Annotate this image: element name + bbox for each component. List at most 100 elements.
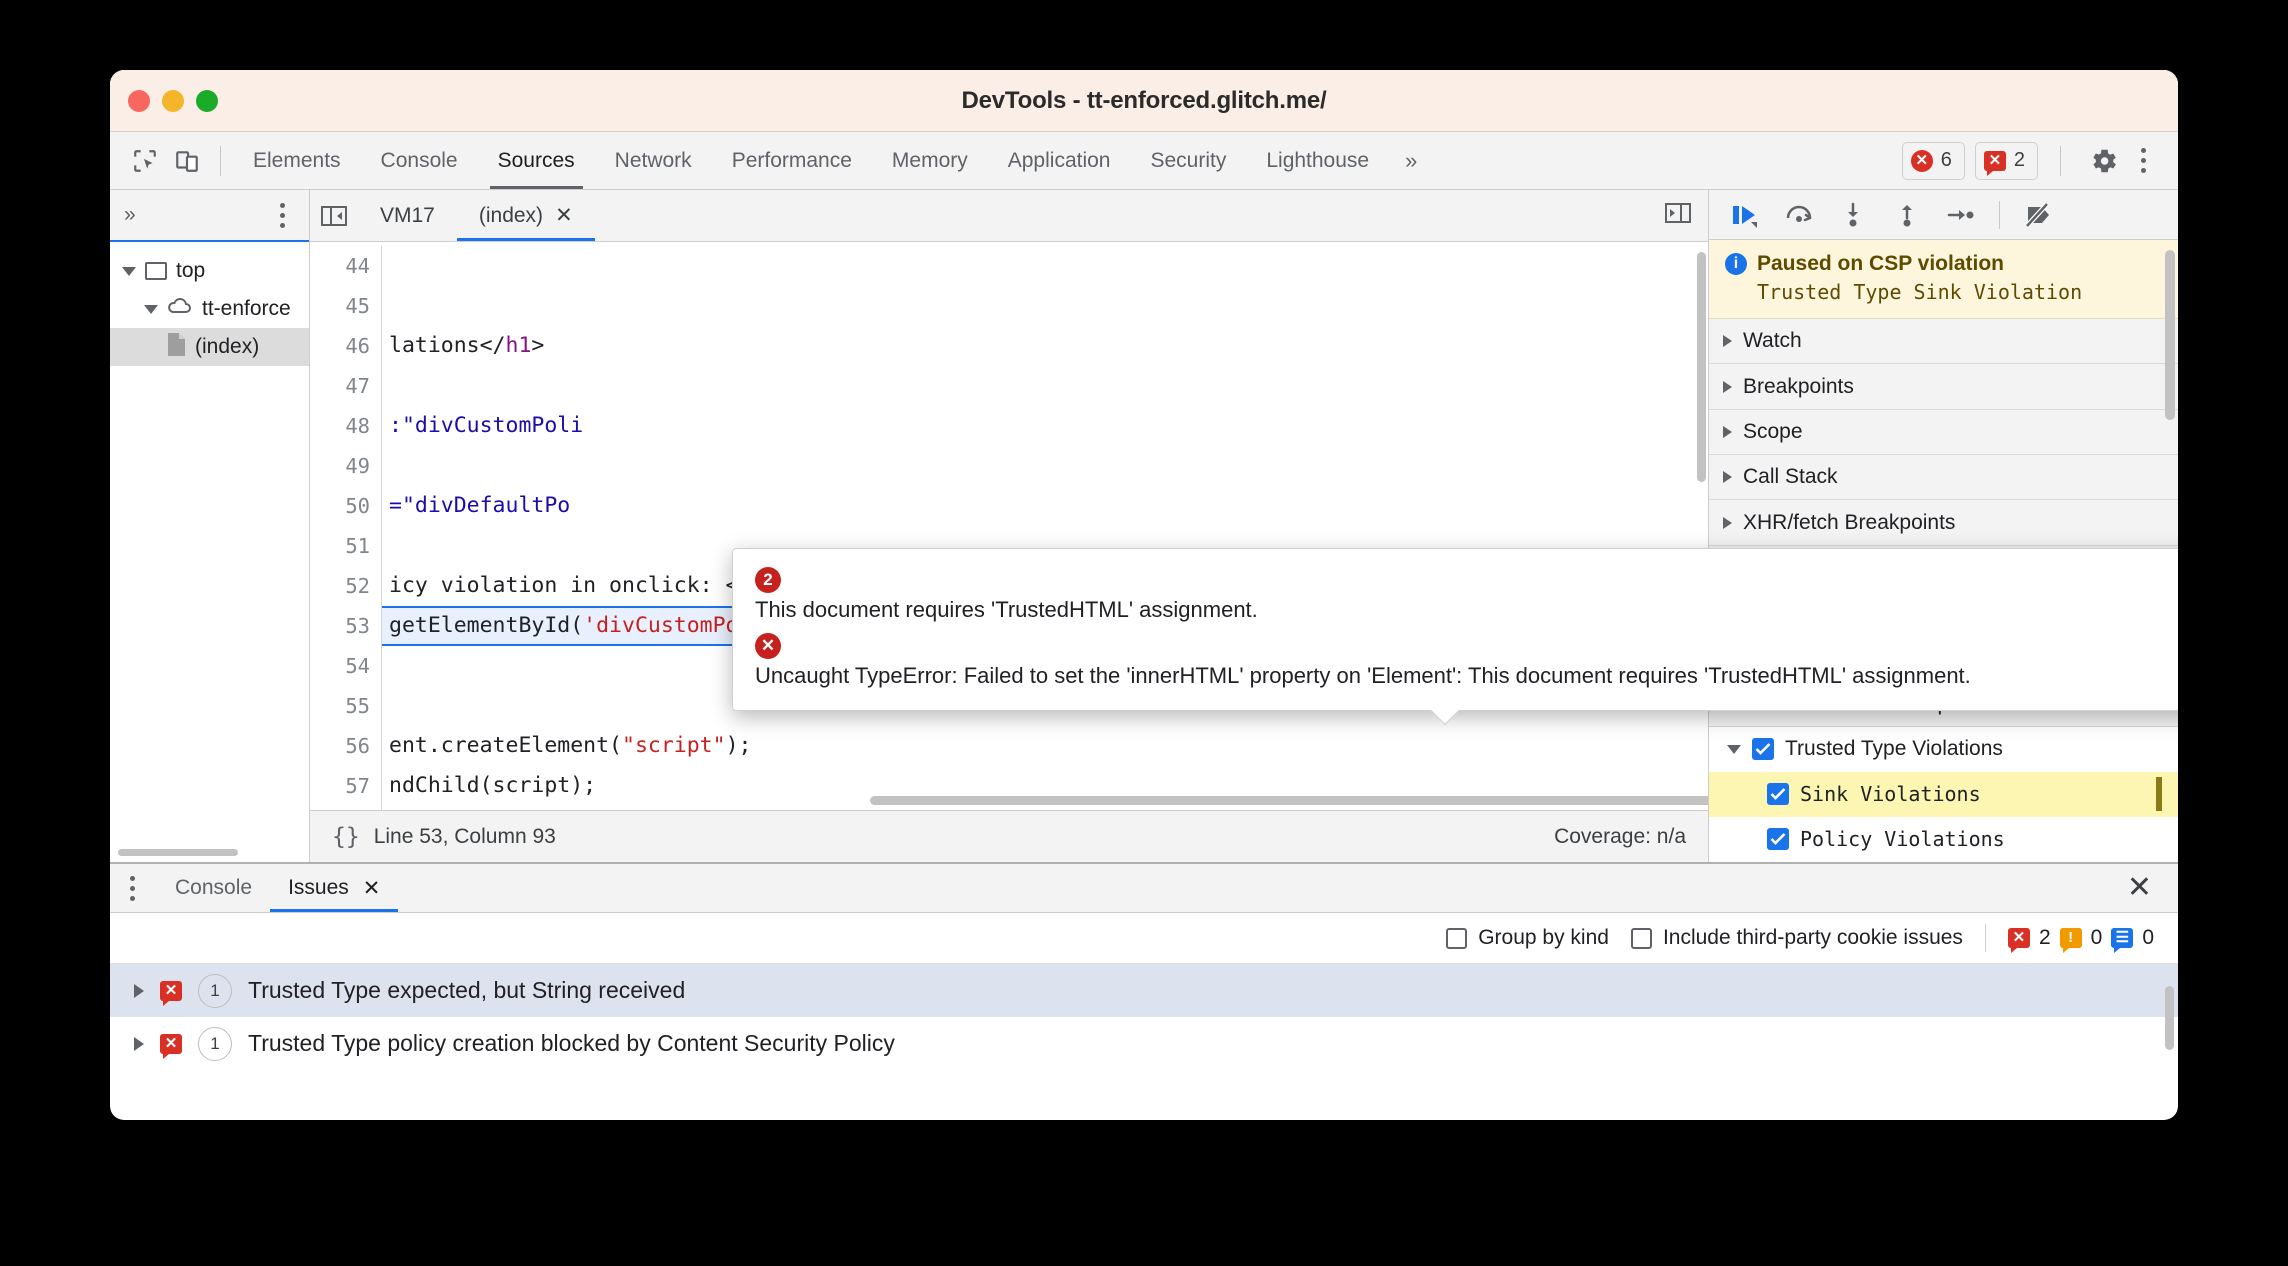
drawer-kebab-menu-icon[interactable] <box>122 875 157 901</box>
show-debugger-icon[interactable] <box>1664 201 1708 230</box>
line-number: 48 <box>310 406 382 446</box>
error-count-label: 6 <box>1940 149 1952 171</box>
error-bubble-icon: ✕ <box>2007 928 2030 954</box>
checkbox-unchecked[interactable] <box>1446 927 1468 949</box>
step-out-of-current-function-icon[interactable] <box>1885 194 1929 236</box>
drawer-tab-bar: Console Issues ✕ ✕ <box>110 864 2178 914</box>
editor-tab-bar: VM17 (index) ✕ <box>310 190 1708 242</box>
editor-vertical-scrollbar[interactable] <box>1697 252 1706 482</box>
issue-list-item[interactable]: ✕ 1 Trusted Type expected, but String re… <box>110 964 2178 1018</box>
section-label: Watch <box>1743 329 1802 353</box>
error-circle-icon: ✕ <box>1910 149 1933 172</box>
drawer-tab-console[interactable]: Console <box>157 864 270 912</box>
debugger-section-xhr-fetch-breakpoints[interactable]: XHR/fetch Breakpoints <box>1709 500 2178 546</box>
paused-detail: Trusted Type Sink Violation <box>1757 280 2083 305</box>
code-line[interactable]: 56 ent.createElement("script"); <box>310 726 1708 766</box>
tab-security[interactable]: Security <box>1130 132 1246 189</box>
issues-vertical-scrollbar[interactable] <box>2165 986 2174 1050</box>
kebab-menu-icon[interactable] <box>2135 148 2160 173</box>
editor-tab-index[interactable]: (index) ✕ <box>456 190 595 241</box>
step-over-next-function-call-icon[interactable] <box>1777 194 1821 236</box>
checkbox-unchecked[interactable] <box>1630 927 1652 949</box>
navigator-kebab-menu-icon[interactable] <box>274 202 299 228</box>
issue-count-label: 2 <box>2013 149 2025 171</box>
navigator-header: » <box>110 190 309 242</box>
close-icon[interactable]: ✕ <box>363 876 381 901</box>
debugger-section-watch[interactable]: Watch <box>1709 319 2178 365</box>
line-content: ent.createElement("script"); <box>382 726 1708 766</box>
section-label: Scope <box>1743 419 1803 443</box>
include-third-party-cookie-issues-checkbox[interactable]: Include third-party cookie issues <box>1630 926 1963 950</box>
console-error-count-button[interactable]: ✕ 6 <box>1901 141 1965 180</box>
code-line[interactable]: 46 lations</h1> <box>310 326 1708 366</box>
tab-application[interactable]: Application <box>988 132 1131 189</box>
editor-horizontal-scrollbar[interactable] <box>870 796 1708 805</box>
code-line[interactable]: 49 <box>310 446 1708 486</box>
issues-count-button[interactable]: ✕ 2 <box>1974 141 2038 180</box>
csp-item-trusted-type-violations[interactable]: Trusted Type Violations <box>1709 727 2178 772</box>
group-by-kind-checkbox[interactable]: Group by kind <box>1446 926 1609 950</box>
close-icon[interactable]: ✕ <box>555 203 573 228</box>
editor-tab-vm17[interactable]: VM17 <box>358 190 457 241</box>
code-line[interactable]: 45 <box>310 286 1708 326</box>
tab-performance[interactable]: Performance <box>712 132 872 189</box>
issue-count-chip: 1 <box>198 1026 232 1061</box>
file-tree: top tt-enforce (index) <box>110 242 309 366</box>
device-toolbar-icon[interactable] <box>166 140 208 182</box>
tab-network[interactable]: Network <box>595 132 712 189</box>
tab-memory[interactable]: Memory <box>872 132 988 189</box>
csp-item-policy-violations[interactable]: Policy Violations <box>1709 817 2178 862</box>
line-number: 46 <box>310 326 382 366</box>
popover-message: Uncaught TypeError: Failed to set the 'i… <box>755 662 1971 688</box>
code-token: ); <box>725 733 752 758</box>
debugger-section-breakpoints[interactable]: Breakpoints <box>1709 364 2178 410</box>
issue-title: Trusted Type expected, but String receiv… <box>248 977 686 1004</box>
tree-node-domain[interactable]: tt-enforce <box>110 290 309 328</box>
chevron-right-icon[interactable] <box>134 983 144 998</box>
tab-elements[interactable]: Elements <box>233 132 361 189</box>
debugger-section-scope[interactable]: Scope <box>1709 409 2178 456</box>
tab-sources[interactable]: Sources <box>478 132 595 189</box>
drawer-tab-issues[interactable]: Issues ✕ <box>270 864 399 913</box>
code-line[interactable]: 47 <box>310 366 1708 406</box>
navigator-more-tabs-icon[interactable]: » <box>124 203 136 227</box>
tree-node-index[interactable]: (index) <box>110 328 309 366</box>
debugger-section-call-stack[interactable]: Call Stack <box>1709 455 2178 501</box>
resume-script-execution-icon[interactable] <box>1723 194 1767 236</box>
code-editor[interactable]: 44 45 46 lations</h1> 47 48:"divCustomPol… <box>310 242 1708 810</box>
code-line[interactable]: 48:"divCustomPoli <box>310 406 1708 446</box>
paused-reason: Paused on CSP violation <box>1757 252 2004 276</box>
line-number: 58 <box>310 806 382 810</box>
chevron-right-icon[interactable] <box>134 1036 144 1051</box>
tab-lighthouse[interactable]: Lighthouse <box>1246 132 1389 189</box>
checkbox-checked[interactable] <box>1767 783 1789 806</box>
pretty-print-icon[interactable]: {} <box>332 824 360 850</box>
tab-console[interactable]: Console <box>361 132 478 189</box>
checkbox-checked[interactable] <box>1752 738 1774 761</box>
step-icon[interactable] <box>1939 194 1983 236</box>
window-title: DevTools - tt-enforced.glitch.me/ <box>961 86 1327 114</box>
navigator-horizontal-scrollbar[interactable] <box>118 849 238 856</box>
tree-node-top[interactable]: top <box>110 252 309 290</box>
debugger-vertical-scrollbar[interactable] <box>2165 250 2175 420</box>
chevron-right-icon <box>1723 335 1732 348</box>
step-into-next-function-call-icon[interactable] <box>1831 194 1875 236</box>
show-navigator-icon[interactable] <box>310 204 358 228</box>
chevron-down-icon <box>122 266 136 276</box>
code-line[interactable]: 50 ="divDefaultPo <box>310 486 1708 526</box>
checkbox-checked[interactable] <box>1767 828 1789 851</box>
more-tabs-icon[interactable]: » <box>1389 148 1433 174</box>
csp-item-sink-violations[interactable]: Sink Violations <box>1709 771 2178 817</box>
navigator-pane: » top tt-enforce (index) <box>110 190 310 862</box>
editor-pane: VM17 (index) ✕ 44 45 46 lations</h1> 47 … <box>310 190 1708 862</box>
deactivate-breakpoints-icon[interactable] <box>2016 194 2060 236</box>
code-line[interactable]: 44 <box>310 246 1708 286</box>
code-token: ndChild(script); <box>389 773 597 798</box>
gear-icon[interactable] <box>2083 140 2125 182</box>
drawer-close-button[interactable]: ✕ <box>2127 873 2178 903</box>
issue-list-item[interactable]: ✕ 1 Trusted Type policy creation blocked… <box>110 1017 2178 1070</box>
inspect-cursor-icon[interactable] <box>124 140 166 182</box>
code-line[interactable]: 58y = document.getElementById("divCustom… <box>310 806 1708 810</box>
chevron-down-icon <box>144 304 158 314</box>
error-popover: 2 This document requires 'TrustedHTML' a… <box>732 548 2178 726</box>
